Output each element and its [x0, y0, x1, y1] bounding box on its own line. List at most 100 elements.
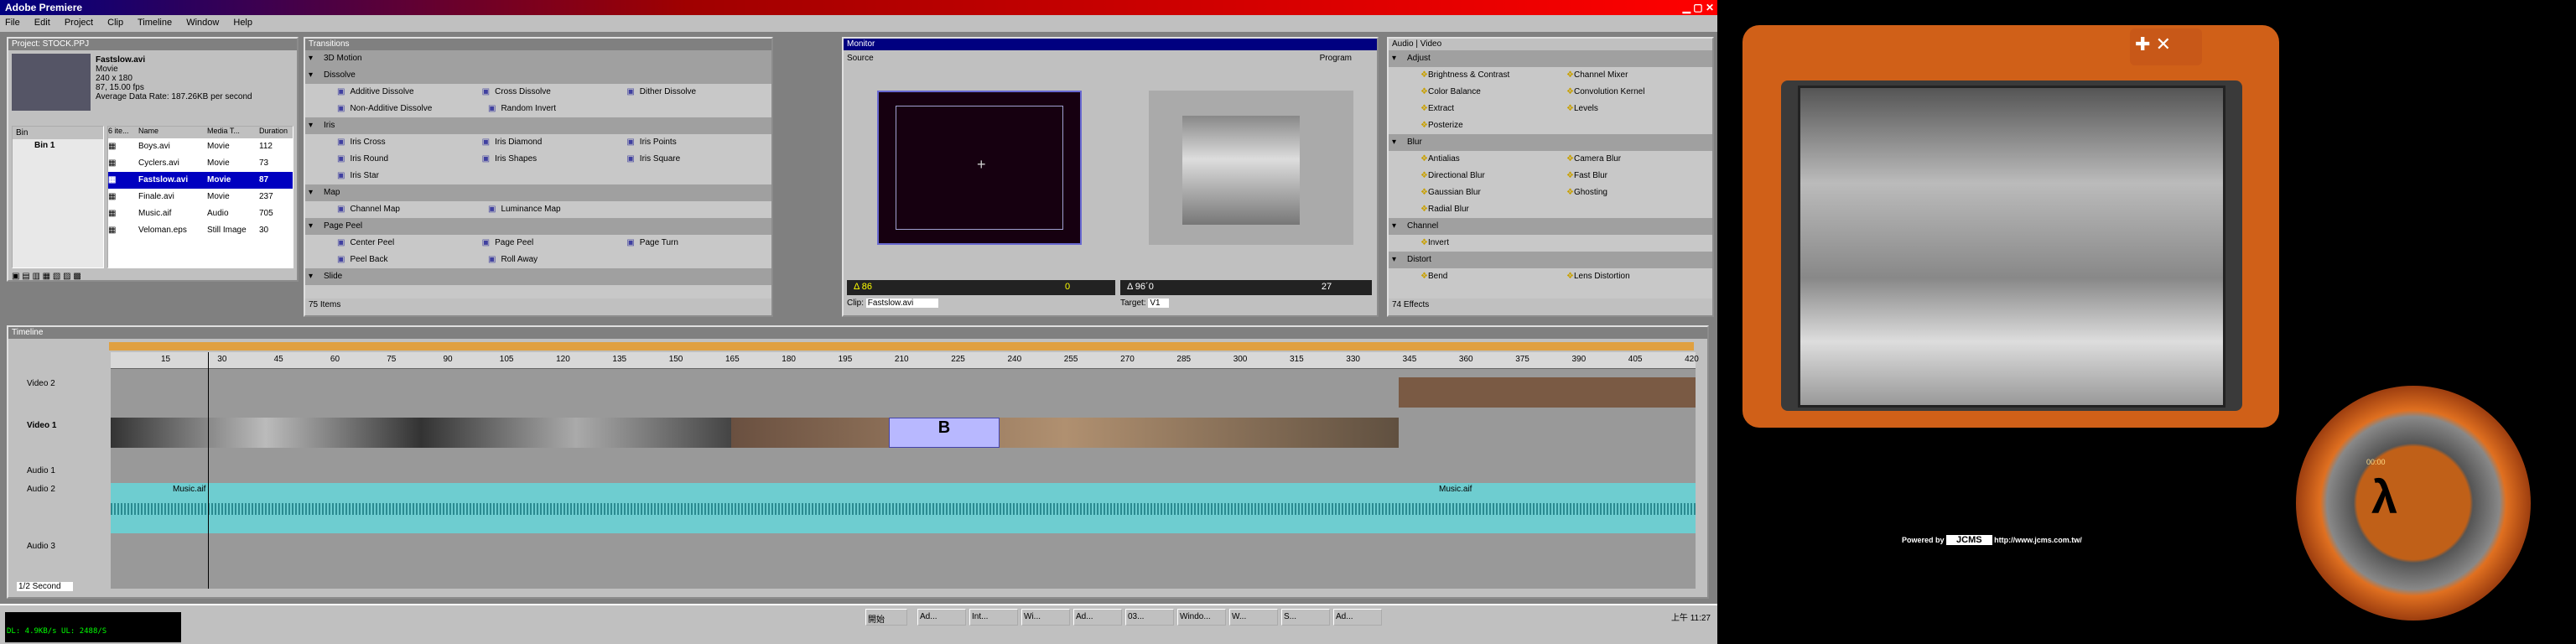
effect-item[interactable]: Directional Blur: [1420, 168, 1566, 184]
taskbar-button[interactable]: Ad...: [1333, 609, 1382, 626]
taskbar-button[interactable]: Wi...: [1021, 609, 1070, 626]
transition-item[interactable]: Iris Shapes: [482, 151, 627, 168]
track-video1[interactable]: Video 1: [10, 421, 111, 430]
effect-group[interactable]: Blur: [1389, 134, 1712, 151]
effect-item[interactable]: Radial Blur: [1420, 201, 1571, 218]
transition-item[interactable]: Roll Away: [488, 252, 639, 268]
transition-item[interactable]: Luminance Map: [488, 201, 639, 218]
transition-item[interactable]: Page Peel: [482, 235, 627, 252]
effect-item[interactable]: Lens Distortion: [1566, 268, 1712, 285]
transition-group[interactable]: Dissolve: [305, 67, 771, 84]
clip-video2[interactable]: [1399, 377, 1696, 408]
menu-help[interactable]: Help: [233, 18, 252, 28]
transition-item[interactable]: Page Turn: [626, 235, 771, 252]
effect-item[interactable]: Invert: [1420, 235, 1571, 252]
clip-row[interactable]: ▦ Boys.avi Movie 112: [108, 138, 293, 155]
transition-item[interactable]: Iris Square: [626, 151, 771, 168]
effect-item[interactable]: Camera Blur: [1566, 151, 1712, 168]
clip-row[interactable]: ▦ Music.aif Audio 705: [108, 205, 293, 222]
close-icon[interactable]: ✕: [2156, 34, 2171, 55]
effect-item[interactable]: Brightness & Contrast: [1420, 67, 1566, 84]
plus-icon[interactable]: ✚: [2135, 34, 2150, 55]
tab-video[interactable]: Video: [1420, 39, 1441, 49]
track-audio1[interactable]: Audio 1: [10, 466, 111, 475]
clip-row[interactable]: ▦ Finale.avi Movie 237: [108, 189, 293, 205]
start-button[interactable]: 開始: [865, 609, 907, 626]
taskbar-button[interactable]: 03...: [1125, 609, 1174, 626]
effect-item[interactable]: Ghosting: [1566, 184, 1712, 201]
effect-item[interactable]: Levels: [1566, 101, 1712, 117]
menu-clip[interactable]: Clip: [107, 18, 123, 28]
clip-cyclers[interactable]: [731, 418, 1399, 448]
taskbar-button[interactable]: Windo...: [1177, 609, 1226, 626]
col-media[interactable]: Media T...: [207, 127, 259, 138]
effect-item[interactable]: Antialias: [1420, 151, 1566, 168]
transition-item[interactable]: Non-Additive Dissolve: [337, 101, 488, 117]
clip-row[interactable]: ▦ Veloman.eps Still Image 30: [108, 222, 293, 239]
transition-item[interactable]: Center Peel: [337, 235, 482, 252]
transition-item[interactable]: Iris Round: [337, 151, 482, 168]
transition-group[interactable]: Page Peel: [305, 218, 771, 235]
source-view[interactable]: +: [877, 91, 1082, 245]
clip-music[interactable]: Music.aif Music.aif: [111, 483, 1696, 533]
clip-row[interactable]: ▦ Fastslow.avi Movie 87: [108, 172, 293, 189]
taskbar-button[interactable]: W...: [1229, 609, 1278, 626]
effect-group[interactable]: Distort: [1389, 252, 1712, 268]
player-dial[interactable]: λ 00:00: [2296, 386, 2531, 621]
program-view[interactable]: [1149, 91, 1353, 245]
tab-audio[interactable]: Audio: [1392, 39, 1414, 49]
effect-item[interactable]: Posterize: [1420, 117, 1571, 134]
track-audio2[interactable]: Audio 2: [10, 485, 111, 494]
effect-group[interactable]: Adjust: [1389, 50, 1712, 67]
window-controls[interactable]: ▁ ▢ ✕: [1683, 2, 1714, 13]
effect-item[interactable]: Channel Mixer: [1566, 67, 1712, 84]
taskbar-button[interactable]: Ad...: [1073, 609, 1122, 626]
menu-project[interactable]: Project: [65, 18, 93, 28]
transition-group[interactable]: Map: [305, 184, 771, 201]
project-toolbar[interactable]: ▣ ▤ ▥ ▦ ▧ ▨ ▩: [12, 272, 81, 281]
effect-item[interactable]: Extract: [1420, 101, 1566, 117]
transition-item[interactable]: Iris Diamond: [482, 134, 627, 151]
transition-group[interactable]: Iris: [305, 117, 771, 134]
col-name[interactable]: Name: [138, 127, 207, 138]
transition-item[interactable]: Dither Dissolve: [626, 84, 771, 101]
track-audio3[interactable]: Audio 3: [10, 542, 111, 551]
clip-value[interactable]: Fastslow.avi: [865, 299, 939, 308]
target-value[interactable]: V1: [1148, 299, 1169, 308]
transition-item[interactable]: Cross Dissolve: [482, 84, 627, 101]
transition-item[interactable]: Iris Star: [337, 168, 488, 184]
transition-item[interactable]: Channel Map: [337, 201, 488, 218]
clip-fastslow[interactable]: [111, 418, 731, 448]
transition-item[interactable]: Peel Back: [337, 252, 488, 268]
video-screen[interactable]: [1798, 86, 2225, 408]
track-video2[interactable]: Video 2: [10, 379, 111, 388]
menu-timeline[interactable]: Timeline: [138, 18, 172, 28]
transition-group[interactable]: Slide: [305, 268, 771, 285]
transition-item[interactable]: Additive Dissolve: [337, 84, 482, 101]
effect-group[interactable]: Channel: [1389, 218, 1712, 235]
effect-item[interactable]: Bend: [1420, 268, 1566, 285]
effect-item[interactable]: Convolution Kernel: [1566, 84, 1712, 101]
effect-item[interactable]: Color Balance: [1420, 84, 1566, 101]
target-select[interactable]: Target: V1: [1120, 299, 1169, 308]
transition-marker[interactable]: B: [889, 418, 1000, 448]
taskbar-button[interactable]: Ad...: [917, 609, 966, 626]
col-duration[interactable]: Duration: [259, 127, 288, 138]
menu-edit[interactable]: Edit: [34, 18, 50, 28]
timeline-ruler[interactable]: 15 30 45 60 75 90 105 120 135 150 165 180 195 210 225 2…: [111, 352, 1699, 369]
taskbar-button[interactable]: Int...: [969, 609, 1018, 626]
menu-window[interactable]: Window: [186, 18, 219, 28]
zoom-select[interactable]: 1/2 Second: [17, 582, 73, 591]
transition-item[interactable]: Iris Cross: [337, 134, 482, 151]
transition-group[interactable]: 3D Motion: [305, 50, 771, 67]
col-items[interactable]: 6 ite...: [108, 127, 138, 138]
edit-line[interactable]: [208, 352, 209, 589]
transition-item[interactable]: Iris Points: [626, 134, 771, 151]
bin-1[interactable]: Bin 1: [13, 139, 103, 152]
clip-row[interactable]: ▦ Cyclers.avi Movie 73: [108, 155, 293, 172]
menu-file[interactable]: File: [5, 18, 20, 28]
clip-select[interactable]: Clip: Fastslow.avi: [847, 299, 939, 308]
taskbar-button[interactable]: S...: [1281, 609, 1330, 626]
transition-item[interactable]: Random Invert: [488, 101, 639, 117]
effect-item[interactable]: Gaussian Blur: [1420, 184, 1566, 201]
